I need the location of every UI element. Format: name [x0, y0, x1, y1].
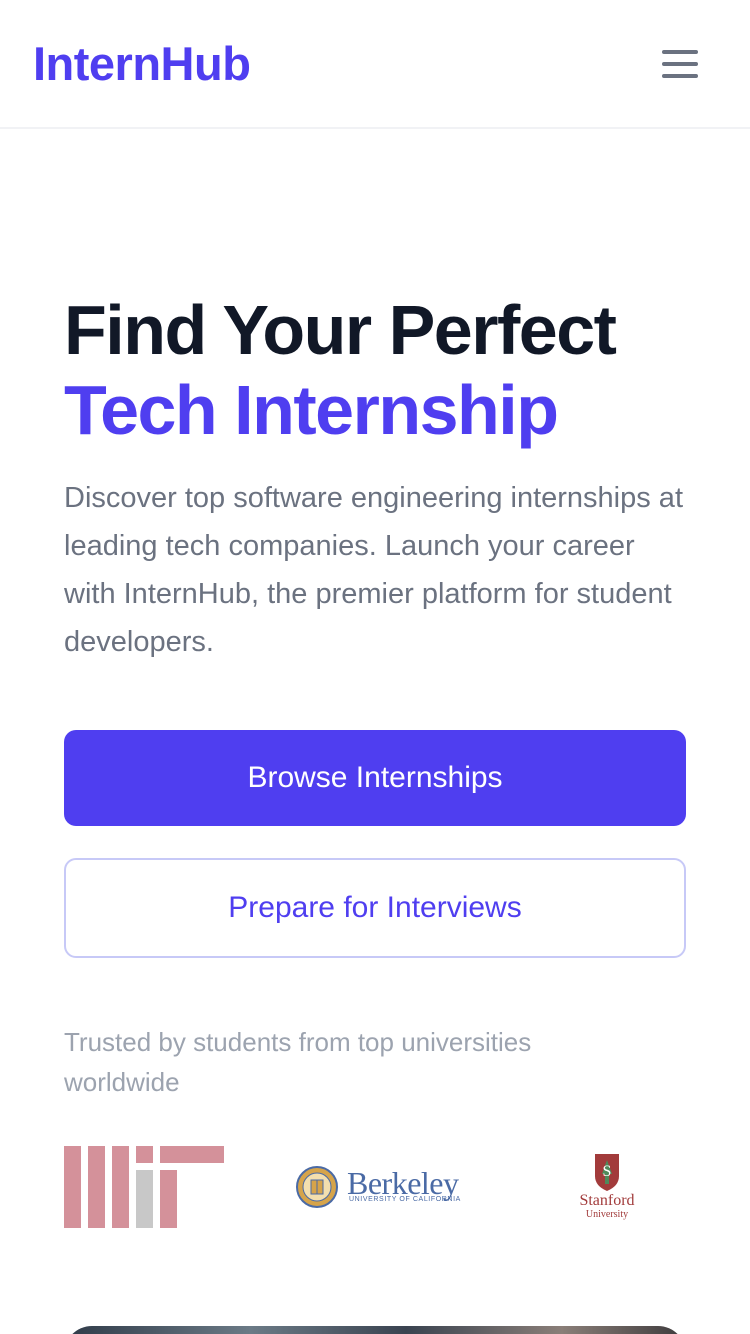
berkeley-wordmark: Berkeley	[347, 1165, 459, 1201]
hamburger-menu-icon[interactable]	[660, 44, 700, 84]
top-nav-bar: InternHub	[0, 0, 750, 129]
mit-logo-graphic	[64, 1146, 224, 1228]
stanford-subtitle: University	[585, 1209, 629, 1220]
stanford-wordmark: Stanford	[579, 1192, 635, 1209]
menu-bar	[662, 62, 698, 66]
browse-internships-button[interactable]: Browse Internships	[64, 730, 686, 826]
stanford-logo: S Stanford University	[573, 1152, 641, 1224]
svg-text:S: S	[603, 1163, 612, 1180]
trusted-by-text: Trusted by students from top universitie…	[64, 1027, 532, 1097]
stanford-tree-icon: S	[595, 1154, 619, 1191]
berkeley-seal-icon	[296, 1166, 338, 1208]
hero-description: Discover top software engineering intern…	[64, 482, 683, 658]
landing-page: InternHub Find Your Perfect Tech Interns…	[0, 0, 750, 1334]
hero-title: Find Your Perfect Tech Internship	[64, 290, 724, 450]
prepare-interviews-button[interactable]: Prepare for Interviews	[64, 858, 686, 958]
mit-logo	[64, 1146, 224, 1228]
hero-photo	[64, 1326, 686, 1334]
menu-bar	[662, 74, 698, 78]
hero-title-line1: Find Your Perfect	[64, 291, 617, 369]
hero-title-highlight: Tech Internship	[64, 371, 559, 449]
menu-bar	[662, 50, 698, 54]
app-logo[interactable]: InternHub	[33, 36, 251, 92]
berkeley-subtitle: UNIVERSITY OF CALIFORNIA	[349, 1196, 461, 1203]
berkeley-logo: Berkeley UNIVERSITY OF CALIFORNIA	[295, 1164, 460, 1210]
